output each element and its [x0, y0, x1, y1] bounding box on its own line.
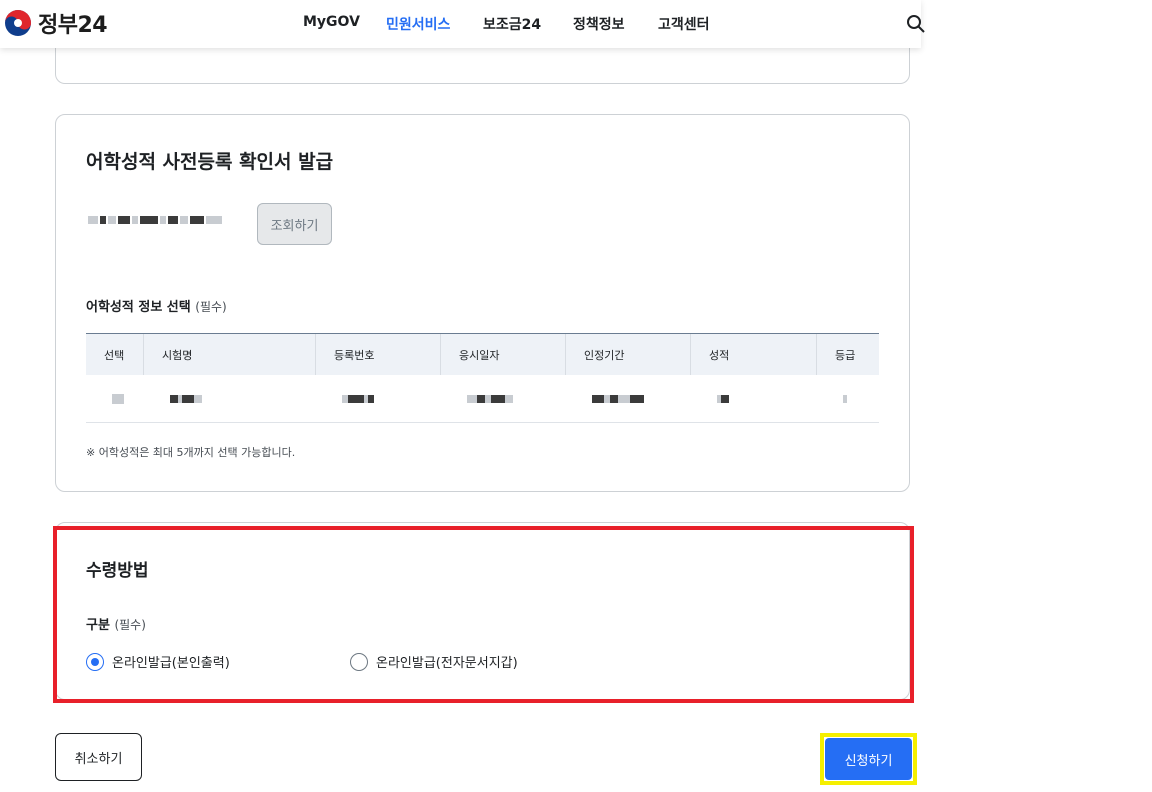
- section-label-text: 어학성적 정보 선택: [86, 300, 191, 315]
- th-grade: 등급: [835, 348, 856, 362]
- th-exam-name: 시험명: [144, 334, 316, 375]
- th-select: 선택: [86, 334, 144, 375]
- cancel-button[interactable]: 취소하기: [55, 733, 142, 781]
- nav-customer-center[interactable]: 고객센터: [658, 14, 710, 34]
- language-score-select-label: 어학성적 정보 선택 (필수): [86, 296, 227, 315]
- receive-method-card: [55, 522, 910, 700]
- card-title-language-score: 어학성적 사전등록 확인서 발급: [86, 151, 334, 173]
- category-label-text: 구분: [86, 618, 110, 633]
- selection-limit-note: ※ 어학성적은 최대 5개까지 선택 가능합니다.: [86, 446, 296, 459]
- nav-subsidy24[interactable]: 보조금24: [483, 14, 541, 34]
- row-checkbox[interactable]: [86, 375, 144, 422]
- logo-text: 정부24: [38, 13, 108, 38]
- blurred-valid-period: [566, 375, 691, 422]
- th-exam-date: 응시일자: [441, 334, 566, 375]
- th-score: 성적: [691, 334, 817, 375]
- radio-label: 온라인발급(전자문서지갑): [376, 656, 518, 671]
- card-title-receive-method: 수령방법: [86, 561, 149, 581]
- blurred-grade: [817, 375, 879, 422]
- blurred-exam-date: [441, 375, 566, 422]
- radio-online-e-wallet[interactable]: 온라인발급(전자문서지갑): [350, 652, 518, 671]
- blurred-score: [691, 375, 817, 422]
- blurred-exam-name: [144, 375, 316, 422]
- apply-button[interactable]: 신청하기: [825, 738, 912, 780]
- taegeuk-icon: [5, 10, 31, 36]
- required-label: (필수): [114, 618, 146, 632]
- nav-mygov[interactable]: MyGOV: [303, 14, 360, 30]
- radio-label: 온라인발급(본인출력): [112, 656, 230, 671]
- lookup-button[interactable]: 조회하기: [257, 203, 332, 245]
- radio-checked-icon[interactable]: [86, 652, 104, 671]
- blurred-user-info: [88, 216, 222, 224]
- gov24-logo[interactable]: 정부24: [4, 8, 108, 38]
- search-icon[interactable]: [906, 14, 926, 34]
- th-valid-period: 인정기간: [566, 334, 691, 375]
- th-registration-number: 등록번호: [316, 334, 441, 375]
- language-score-table: 선택 시험명 등록번호 응시일자 인정기간 성적 등급: [86, 333, 879, 423]
- table-header-row: 선택 시험명 등록번호 응시일자 인정기간 성적 등급: [86, 333, 879, 375]
- required-label: (필수): [195, 300, 227, 314]
- category-label: 구분 (필수): [86, 614, 146, 633]
- radio-unchecked-icon[interactable]: [350, 652, 368, 671]
- blurred-registration-number: [316, 375, 441, 422]
- radio-online-self-print[interactable]: 온라인발급(본인출력): [86, 652, 230, 671]
- nav-civil-service[interactable]: 민원서비스: [386, 14, 450, 34]
- top-header: 정부24 MyGOV 민원서비스 보조금24 정책정보 고객센터: [0, 0, 925, 48]
- nav-policy-info[interactable]: 정책정보: [573, 14, 625, 34]
- table-row[interactable]: [86, 375, 879, 423]
